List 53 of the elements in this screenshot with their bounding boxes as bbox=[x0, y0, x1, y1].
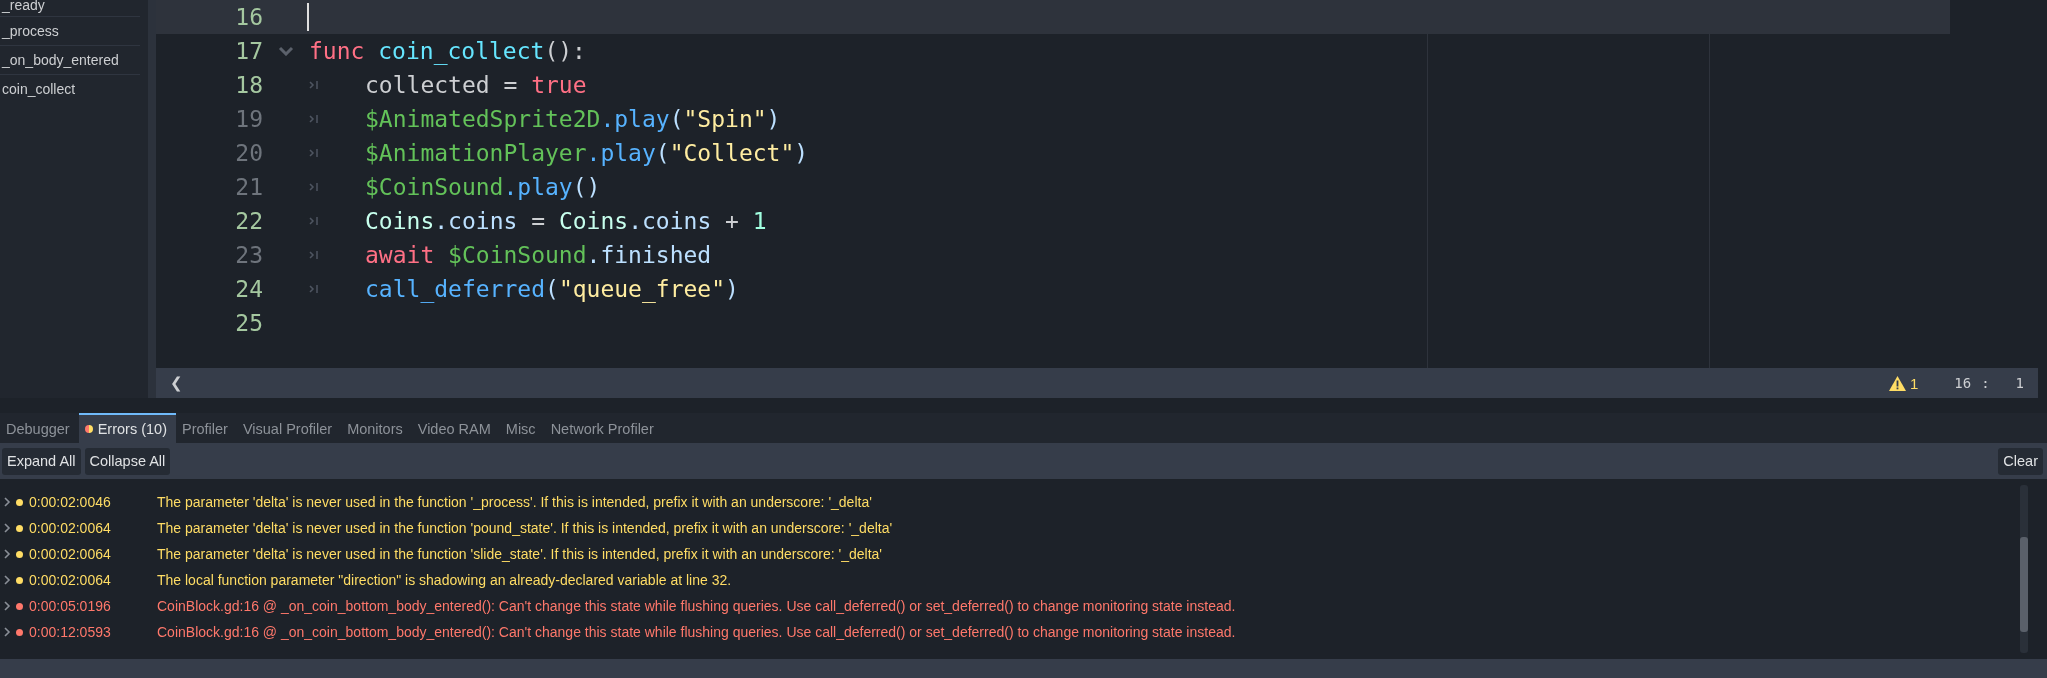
line-number: 21 bbox=[234, 174, 263, 200]
error-time: 0:00:02:0064 bbox=[29, 572, 112, 588]
panel-tab[interactable]: Profiler bbox=[176, 413, 237, 443]
error-message[interactable]: The local function parameter "direction" is shadowing an already-declared variable at line 32. bbox=[157, 572, 732, 588]
code-line: call_deferred("queue_free") bbox=[365, 276, 739, 302]
error-time: 0:00:05:0196 bbox=[29, 598, 112, 614]
error-message[interactable]: The parameter 'delta' is never used in the function '_process'. If this is intended, prefix it with an underscore: '_delta' bbox=[157, 494, 872, 510]
warning-count-button[interactable]: 1 bbox=[1888, 374, 1919, 392]
line-number: 16 bbox=[234, 4, 263, 30]
line-number: 17 bbox=[234, 38, 263, 64]
text-cursor bbox=[307, 3, 309, 31]
cursor-column: 1 bbox=[2015, 375, 2024, 391]
toolbar-button[interactable]: Expand All bbox=[2, 447, 81, 475]
error-time: 0:00:02:0046 bbox=[29, 494, 112, 510]
panel-tab[interactable]: Visual Profiler bbox=[236, 413, 342, 443]
code-line: $AnimationPlayer.play("Collect") bbox=[365, 140, 809, 166]
position-separator: : bbox=[1981, 375, 1990, 391]
line-number: 22 bbox=[234, 208, 263, 234]
line-number: 23 bbox=[234, 242, 263, 268]
method-list-item[interactable]: coin_collect bbox=[0, 75, 140, 103]
code-line: await $CoinSound.finished bbox=[365, 242, 712, 268]
error-message[interactable]: CoinBlock.gd:16 @ _on_coin_bottom_body_entered(): Can't change this state while flushing queries. Use call_deferred() or set_deferred() to change monitoring state instead. bbox=[157, 624, 1236, 640]
line-number: 24 bbox=[234, 276, 263, 302]
error-message[interactable]: The parameter 'delta' is never used in the function 'pound_state'. If this is intended, prefix it with an underscore: '_delta' bbox=[157, 520, 893, 536]
toolbar-button[interactable]: Collapse All bbox=[84, 447, 171, 475]
code-line: Coins.coins = Coins.coins + 1 bbox=[365, 208, 767, 234]
error-time: 0:00:12:0593 bbox=[29, 624, 112, 640]
code-line: $AnimatedSprite2D.play("Spin") bbox=[365, 106, 781, 132]
collapse-toggle[interactable]: ❮ bbox=[170, 374, 183, 392]
error-time: 0:00:02:0064 bbox=[29, 546, 112, 562]
code-line: func coin_collect(): bbox=[309, 38, 586, 64]
code-line: $CoinSound.play() bbox=[365, 174, 601, 200]
panel-tab[interactable]: Network Profiler bbox=[544, 413, 663, 443]
panel-tab[interactable]: Debugger bbox=[0, 413, 79, 443]
line-number: 19 bbox=[234, 106, 263, 132]
panel-tab[interactable]: Video RAM bbox=[411, 413, 500, 443]
method-list-item[interactable]: _ready bbox=[0, 0, 140, 17]
error-time: 0:00:02:0064 bbox=[29, 520, 112, 536]
scrollbar[interactable] bbox=[2020, 485, 2028, 653]
line-number: 25 bbox=[234, 310, 263, 336]
error-message[interactable]: CoinBlock.gd:16 @ _on_coin_bottom_body_entered(): Can't change this state while flushing queries. Use call_deferred() or set_deferred() to change monitoring state instead. bbox=[157, 598, 1236, 614]
line-number: 18 bbox=[234, 72, 263, 98]
error-message[interactable]: The parameter 'delta' is never used in the function 'slide_state'. If this is intended, prefix it with an underscore: '_delta' bbox=[157, 546, 882, 562]
warning-icon bbox=[1888, 375, 1906, 391]
method-list-item[interactable]: _on_body_entered bbox=[0, 46, 140, 75]
code-line: collected = true bbox=[365, 72, 587, 98]
panel-tab[interactable]: Misc bbox=[499, 413, 545, 443]
cursor-line: 16 bbox=[1954, 375, 1972, 391]
method-list-item[interactable]: _process bbox=[0, 17, 140, 46]
line-number: 20 bbox=[234, 140, 263, 166]
panel-tab[interactable]: Monitors bbox=[341, 413, 412, 443]
panel-tab[interactable]: Errors (10) bbox=[78, 413, 176, 443]
clear-button[interactable]: Clear bbox=[1998, 447, 2043, 475]
